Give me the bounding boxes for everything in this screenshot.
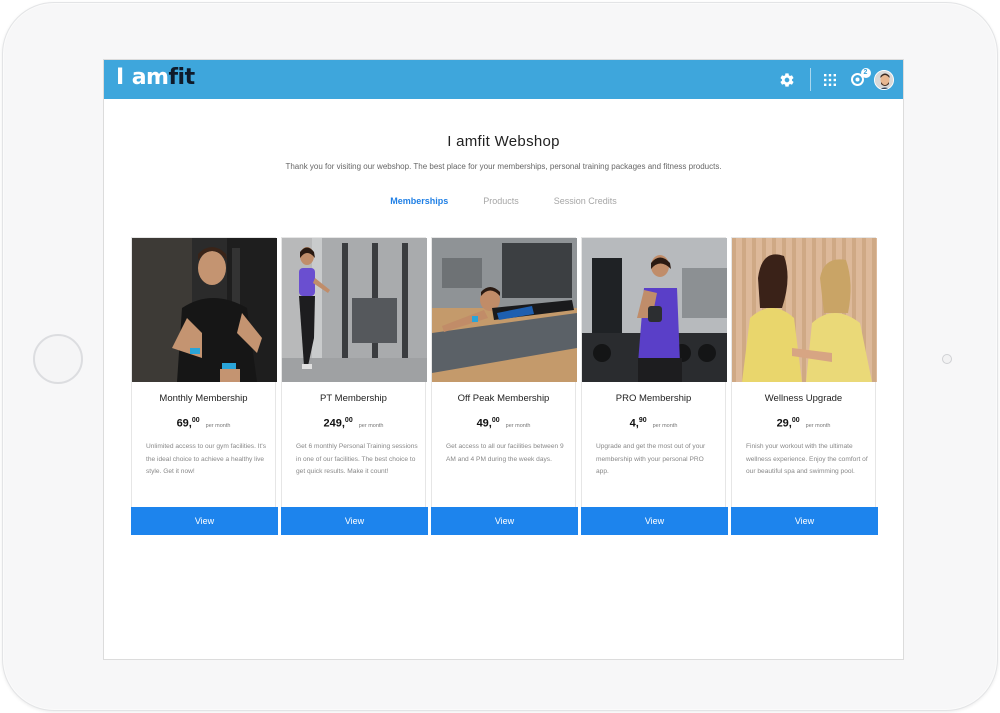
notifications-button[interactable]: 2 [847,60,871,99]
tab-products[interactable]: Products [483,196,519,206]
avatar[interactable] [874,69,894,90]
view-button[interactable]: View [281,507,428,535]
tab-memberships[interactable]: Memberships [390,196,448,206]
price-period: per month [505,422,531,429]
product-description: Get 6 monthly Personal Training sessions… [296,443,418,475]
product-description: Finish your workout with the ultimate we… [746,443,868,475]
category-tabs: Memberships Products Session Credits [104,196,903,206]
apps-grid-icon [824,73,836,86]
tab-session-credits[interactable]: Session Credits [554,196,617,206]
price-row: 69,00 per month [132,417,275,430]
notification-badge: 2 [860,68,871,78]
price: 69,00 [176,417,200,430]
tablet-frame: I am fit 2 I amfit Webshop Thank you for… [2,2,998,711]
app-screen: I am fit 2 I amfit Webshop Thank you for… [103,59,904,660]
price-row: 4,90 per month [582,417,725,430]
product-cards: Monthly Membership 69,00 per month Unlim… [131,237,878,535]
settings-button[interactable] [777,60,797,99]
price: 49,00 [476,417,500,430]
price-period: per month [805,422,831,429]
view-button[interactable]: View [431,507,578,535]
gear-icon [780,72,794,87]
user-avatar-icon [875,70,893,89]
product-name: PT Membership [320,393,387,404]
price-period: per month [205,422,231,429]
price: 249,00 [323,417,353,430]
product-card-pro-membership: PRO Membership 4,90 per month Upgrade an… [581,237,728,535]
page-subtitle: Thank you for visiting our webshop. The … [285,162,722,171]
product-image [582,238,727,382]
view-button[interactable]: View [581,507,728,535]
price-row: 29,00 per month [732,417,875,430]
price: 4,90 [629,417,647,430]
price: 29,00 [776,417,800,430]
user-menu[interactable] [873,60,895,99]
logo-i: I [116,65,124,90]
product-image [432,238,577,382]
logo[interactable]: I am fit [116,65,195,90]
logo-fit: fit [168,65,195,90]
logo-am: am [131,65,169,90]
view-button[interactable]: View [131,507,278,535]
home-button[interactable] [33,334,83,384]
product-image [282,238,427,382]
price-period: per month [652,422,678,429]
apps-button[interactable] [821,60,839,99]
product-name: PRO Membership [615,393,692,404]
notifications-wrapper: 2 [850,68,871,86]
product-card-monthly-membership: Monthly Membership 69,00 per month Unlim… [131,237,278,535]
product-description: Get access to all our facilities between… [446,443,564,463]
view-button[interactable]: View [731,507,878,535]
product-image [732,238,877,382]
price-period: per month [358,422,384,429]
product-name: Off Peak Membership [457,393,550,404]
product-name: Monthly Membership [159,393,248,404]
product-card-pt-membership: PT Membership 249,00 per month Get 6 mon… [281,237,428,535]
product-name: Wellness Upgrade [764,393,843,404]
top-bar: I am fit 2 [104,60,903,99]
divider [810,68,811,91]
camera [942,354,952,364]
product-description: Unlimited access to our gym facilities. … [146,443,266,475]
price-row: 49,00 per month [432,417,575,430]
product-card-off-peak-membership: Off Peak Membership 49,00 per month Get … [431,237,578,535]
product-image [132,238,277,382]
price-row: 249,00 per month [282,417,425,430]
product-description: Upgrade and get the most out of your mem… [596,443,706,475]
product-card-wellness-upgrade: Wellness Upgrade 29,00 per month Finish … [731,237,878,535]
page-title: I amfit Webshop [447,133,560,150]
